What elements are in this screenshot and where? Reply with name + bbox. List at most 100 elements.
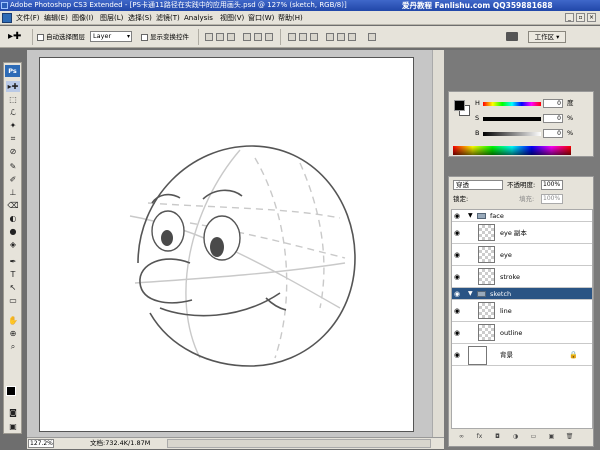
hue-slider[interactable] xyxy=(483,102,541,106)
menu-file[interactable]: 文件(F) xyxy=(16,13,40,23)
link-icon[interactable]: ∞ xyxy=(457,433,466,441)
layer-row[interactable]: ◉ eye xyxy=(452,244,592,266)
close-icon[interactable]: × xyxy=(587,13,596,22)
workspace-icon[interactable] xyxy=(506,32,518,41)
visibility-eye-icon[interactable]: ◉ xyxy=(454,351,463,359)
shape-tool[interactable]: ▭ xyxy=(6,295,20,306)
type-tool[interactable]: T xyxy=(6,269,20,280)
menu-edit[interactable]: 编辑(E) xyxy=(44,13,68,23)
expand-triangle-icon[interactable]: ▼ xyxy=(468,290,473,297)
brightness-slider[interactable] xyxy=(483,132,541,136)
fx-icon[interactable]: fx xyxy=(475,433,484,441)
horizontal-scrollbar[interactable] xyxy=(167,439,431,448)
vertical-scrollbar[interactable] xyxy=(432,50,444,437)
opacity-field[interactable]: 100% xyxy=(541,180,563,190)
visibility-eye-icon[interactable]: ◉ xyxy=(454,329,463,337)
menu-window[interactable]: 窗口(W) xyxy=(248,13,274,23)
divider xyxy=(280,29,281,45)
crop-tool[interactable]: ⌗ xyxy=(6,133,20,144)
zoom-tool[interactable]: ⌕ xyxy=(6,341,20,352)
restore-icon[interactable]: ▫ xyxy=(576,13,585,22)
foreground-color-swatch[interactable] xyxy=(6,386,16,396)
expand-triangle-icon[interactable]: ▼ xyxy=(468,212,473,219)
canvas[interactable] xyxy=(39,57,414,432)
menu-view[interactable]: 视图(V) xyxy=(220,13,244,23)
visibility-eye-icon[interactable]: ◉ xyxy=(454,307,463,315)
auto-select-dropdown[interactable]: Layer ▾ xyxy=(90,31,132,42)
magic-wand-tool[interactable]: ✦ xyxy=(6,120,20,131)
layer-group-face[interactable]: ◉ ▼ face xyxy=(452,210,592,222)
screen-mode-icon[interactable]: ▣ xyxy=(6,421,20,432)
ps-menu-icon[interactable] xyxy=(2,13,12,23)
brush-tool[interactable]: ✐ xyxy=(6,174,20,185)
menu-select[interactable]: 选择(S) xyxy=(128,13,152,23)
visibility-eye-icon[interactable]: ◉ xyxy=(454,212,463,220)
slice-tool[interactable]: ⊘ xyxy=(6,146,20,157)
marquee-tool[interactable]: ⬚ xyxy=(6,94,20,105)
distribute-left-icon[interactable] xyxy=(326,33,334,41)
hue-value[interactable]: 0 xyxy=(543,99,563,108)
saturation-slider[interactable] xyxy=(483,117,541,121)
pen-tool[interactable]: ✒ xyxy=(6,256,20,267)
lasso-tool[interactable]: ℒ xyxy=(6,107,20,118)
menu-image[interactable]: 图像(I) xyxy=(72,13,94,23)
history-brush-tool[interactable]: ⌫ xyxy=(6,200,20,211)
quick-mask-icon[interactable]: ◙ xyxy=(6,407,20,418)
auto-align-icon[interactable] xyxy=(368,33,376,41)
layer-name: outline xyxy=(500,328,523,337)
new-group-icon[interactable]: ▭ xyxy=(529,433,538,441)
color-spectrum-bar[interactable] xyxy=(453,146,571,155)
move-tool-icon[interactable]: ▸✚ xyxy=(8,31,26,43)
minimize-icon[interactable]: _ xyxy=(565,13,574,22)
divider xyxy=(198,29,199,45)
move-tool[interactable]: ▸✚ xyxy=(6,81,20,92)
distribute-bottom-icon[interactable] xyxy=(310,33,318,41)
align-left-icon[interactable] xyxy=(243,33,251,41)
path-selection-tool[interactable]: ↖ xyxy=(6,282,20,293)
distribute-vcenter-icon[interactable] xyxy=(299,33,307,41)
visibility-eye-icon[interactable]: ◉ xyxy=(454,290,463,298)
distribute-right-icon[interactable] xyxy=(348,33,356,41)
healing-brush-tool[interactable]: ✎ xyxy=(6,161,20,172)
saturation-value[interactable]: 0 xyxy=(543,114,563,123)
menu-help[interactable]: 帮助(H) xyxy=(278,13,303,23)
layer-row[interactable]: ◉ stroke xyxy=(452,266,592,288)
align-hcenter-icon[interactable] xyxy=(254,33,262,41)
menu-analysis[interactable]: Analysis xyxy=(184,13,213,23)
hand-tool[interactable]: ✋ xyxy=(6,315,20,326)
clone-stamp-tool[interactable]: ⊥ xyxy=(6,187,20,198)
mask-icon[interactable]: ◘ xyxy=(493,433,502,441)
auto-select-checkbox[interactable] xyxy=(37,34,44,41)
distribute-hcenter-icon[interactable] xyxy=(337,33,345,41)
layer-group-sketch[interactable]: ◉ ▼ sketch xyxy=(452,288,592,300)
foreground-color-swatch[interactable] xyxy=(454,100,465,111)
blend-mode-dropdown[interactable]: 穿透 xyxy=(453,180,503,190)
layer-row-background[interactable]: ◉ 背景 🔒 xyxy=(452,344,592,366)
visibility-eye-icon[interactable]: ◉ xyxy=(454,229,463,237)
brightness-value[interactable]: 0 xyxy=(543,129,563,138)
align-vcenter-icon[interactable] xyxy=(216,33,224,41)
dodge-tool[interactable]: ◈ xyxy=(6,239,20,250)
layer-row[interactable]: ◉ outline xyxy=(452,322,592,344)
eraser-tool[interactable]: ◐ xyxy=(6,213,20,224)
workspace-button[interactable]: 工作区 ▾ xyxy=(528,31,566,43)
menu-filter[interactable]: 滤镜(T) xyxy=(156,13,180,23)
visibility-eye-icon[interactable]: ◉ xyxy=(454,273,463,281)
new-layer-icon[interactable]: ▣ xyxy=(547,433,556,441)
trash-icon[interactable]: 🗑 xyxy=(565,433,574,441)
eyedropper-tool[interactable]: ⊕ xyxy=(6,328,20,339)
adjustment-icon[interactable]: ◑ xyxy=(511,433,520,441)
layer-row[interactable]: ◉ line xyxy=(452,300,592,322)
align-bottom-icon[interactable] xyxy=(227,33,235,41)
fill-label: 填充: xyxy=(519,195,535,203)
align-right-icon[interactable] xyxy=(265,33,273,41)
align-top-icon[interactable] xyxy=(205,33,213,41)
distribute-top-icon[interactable] xyxy=(288,33,296,41)
visibility-eye-icon[interactable]: ◉ xyxy=(454,251,463,259)
show-transform-checkbox[interactable] xyxy=(141,34,148,41)
gradient-tool[interactable]: ● xyxy=(6,226,20,237)
fill-field[interactable]: 100% xyxy=(541,194,563,204)
menu-layer[interactable]: 图层(L) xyxy=(100,13,123,23)
zoom-field[interactable]: 127.2% xyxy=(28,439,54,448)
layer-row[interactable]: ◉ eye 副本 xyxy=(452,222,592,244)
